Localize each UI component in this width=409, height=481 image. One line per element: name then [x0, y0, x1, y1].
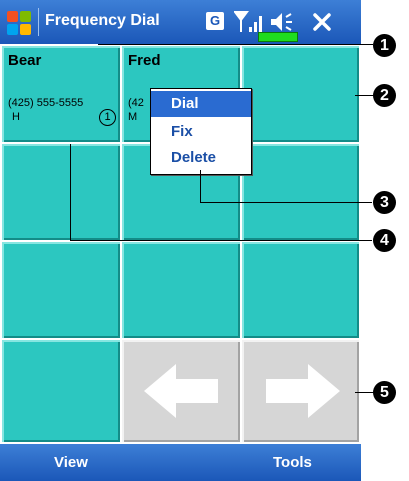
- callout-1: 1: [373, 34, 396, 57]
- arrow-right-icon: [266, 364, 340, 418]
- speed-dial-tile-empty[interactable]: [2, 144, 120, 240]
- speed-dial-tile-empty[interactable]: [2, 340, 120, 442]
- window-title: Frequency Dial: [45, 12, 160, 29]
- close-icon[interactable]: [310, 10, 334, 34]
- callout-line: [200, 170, 201, 202]
- menu-item-delete[interactable]: Delete: [151, 145, 251, 171]
- contact-phone: (42: [128, 97, 144, 109]
- phone-type: M: [128, 111, 138, 123]
- menu-item-dial[interactable]: Dial: [151, 91, 251, 117]
- callout-line: [355, 95, 375, 96]
- callout-line: [355, 392, 375, 393]
- callout-4: 4: [373, 229, 396, 252]
- speed-dial-tile-empty[interactable]: [242, 46, 359, 142]
- phone-type: H: [12, 111, 20, 123]
- title-bar: Frequency Dial G: [0, 0, 361, 44]
- menu-bar: View Tools: [0, 444, 361, 481]
- callout-2: 2: [373, 84, 396, 107]
- context-menu: Dial Fix Delete: [150, 88, 252, 175]
- title-separator: [38, 8, 39, 36]
- callout-3: 3: [373, 191, 396, 214]
- previous-page-button[interactable]: [122, 340, 240, 442]
- signal-strength-icon[interactable]: [234, 10, 264, 34]
- next-page-button[interactable]: [242, 340, 359, 442]
- battery-icon: [258, 32, 298, 42]
- tools-softkey[interactable]: Tools: [273, 454, 312, 471]
- contact-name: Bear: [8, 52, 42, 69]
- contact-name: Fred: [128, 52, 161, 69]
- speed-dial-tile-empty[interactable]: [242, 144, 359, 240]
- callout-line: [70, 144, 71, 240]
- view-softkey[interactable]: View: [54, 454, 88, 471]
- contact-phone: (425) 555-5555: [8, 97, 84, 109]
- speed-dial-tile-empty[interactable]: [2, 242, 120, 338]
- start-menu-icon[interactable]: [6, 10, 32, 36]
- speed-dial-tile-bear[interactable]: Bear (425) 555-5555 H 1: [2, 46, 120, 142]
- callout-line: [98, 44, 373, 45]
- speed-dial-tile-empty[interactable]: [122, 242, 240, 338]
- callout-line: [200, 202, 372, 203]
- menu-item-fix[interactable]: Fix: [151, 119, 251, 145]
- callout-line: [70, 240, 372, 241]
- callout-5: 5: [373, 381, 396, 404]
- speed-dial-slot-number: 1: [99, 109, 116, 126]
- volume-icon[interactable]: [268, 10, 294, 34]
- speed-dial-tile-empty[interactable]: [242, 242, 359, 338]
- arrow-left-icon: [144, 364, 218, 418]
- gprs-status-icon[interactable]: G: [206, 12, 224, 30]
